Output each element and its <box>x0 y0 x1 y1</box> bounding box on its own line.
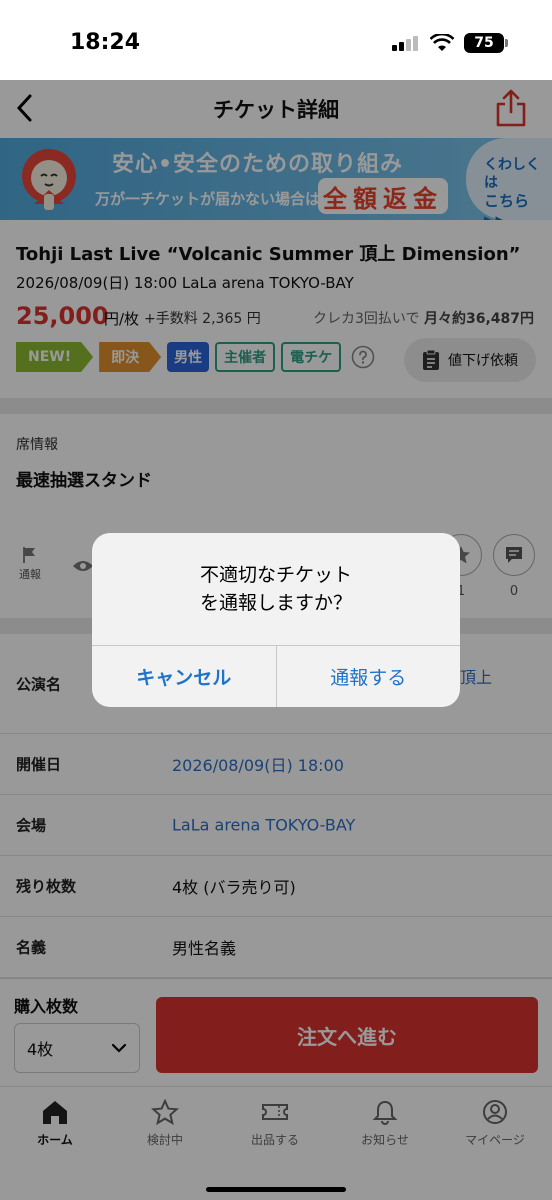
status-time: 18:24 <box>70 30 141 55</box>
cancel-button[interactable]: キャンセル <box>92 646 277 707</box>
confirm-report-button[interactable]: 通報する <box>277 646 461 707</box>
dialog-buttons: キャンセル 通報する <box>92 645 460 707</box>
battery-indicator: 75 <box>464 33 508 53</box>
dialog-message: 不適切なチケット を通報しますか？ <box>199 564 352 614</box>
signal-icon <box>392 35 420 51</box>
status-bar: 18:24 75 <box>0 0 552 80</box>
status-icons: 75 <box>392 33 508 53</box>
report-confirm-dialog: 不適切なチケット を通報しますか？ キャンセル 通報する <box>92 533 460 707</box>
wifi-icon <box>430 34 454 51</box>
